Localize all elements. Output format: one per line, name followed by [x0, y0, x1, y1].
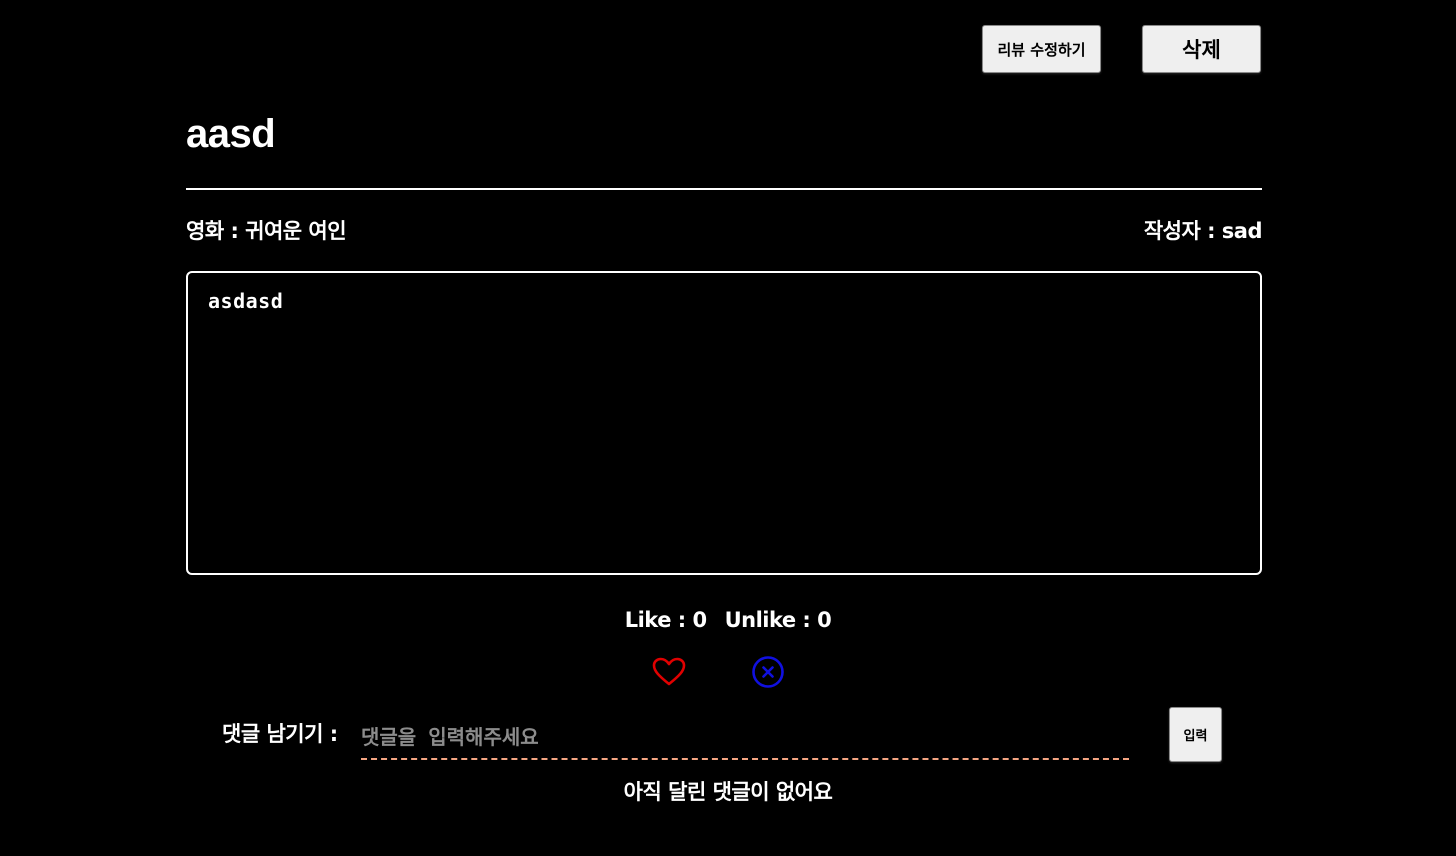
comment-submit-button[interactable]: 입력: [1169, 707, 1222, 762]
reaction-counts: Like : 0 Unlike : 0: [0, 608, 1456, 632]
review-detail-page: 리뷰 수정하기 삭제 aasd 영화 : 귀여운 여인 작성자 : sad as…: [0, 0, 1456, 856]
like-count: Like : 0: [624, 608, 707, 632]
edit-review-button[interactable]: 리뷰 수정하기: [982, 25, 1101, 73]
heart-icon: [652, 657, 686, 686]
author-label: 작성자 : sad: [1143, 219, 1263, 243]
delete-review-button[interactable]: 삭제: [1142, 25, 1261, 73]
no-comments-message: 아직 달린 댓글이 없어요: [623, 780, 833, 804]
like-button[interactable]: [651, 654, 687, 690]
unlike-button[interactable]: [750, 654, 786, 690]
comment-label: 댓글 남기기 :: [222, 722, 338, 746]
review-title: aasd: [186, 112, 276, 156]
x-circle-icon: [752, 656, 784, 688]
review-content: asdasd: [208, 289, 284, 313]
unlike-count: Unlike : 0: [724, 608, 832, 632]
review-content-box: asdasd: [186, 271, 1262, 575]
title-divider: [186, 188, 1262, 190]
movie-label: 영화 : 귀여운 여인: [186, 219, 347, 243]
comment-input[interactable]: [361, 716, 1129, 760]
